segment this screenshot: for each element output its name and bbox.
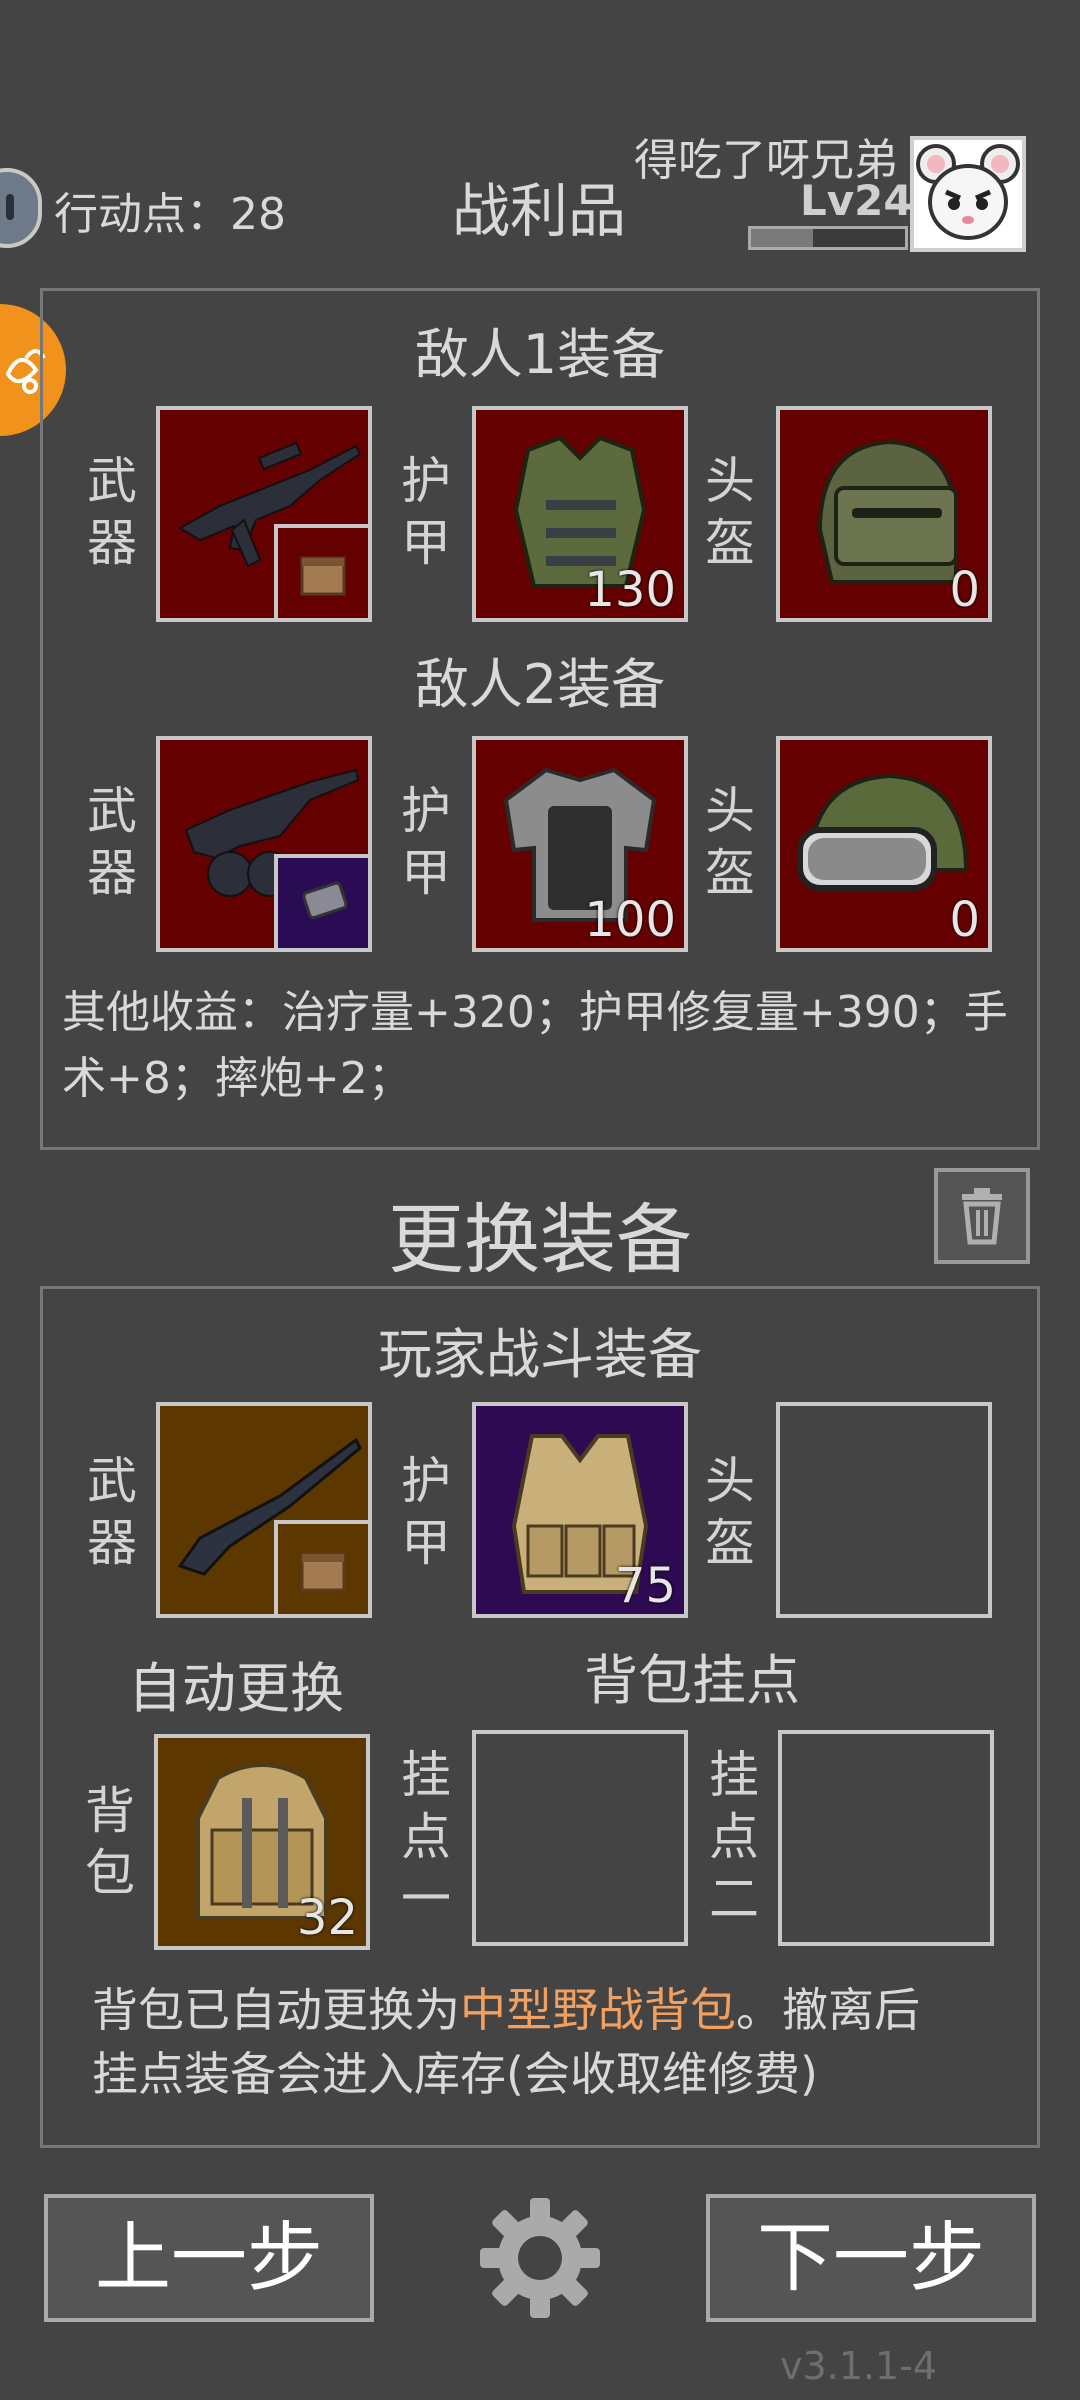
backpack-mounts-label: 背包挂点 (584, 1649, 800, 1712)
next-step-button[interactable]: 下一步 (706, 2194, 1036, 2322)
backpack-name-highlight: 中型野战背包 (460, 1983, 736, 2037)
magazine-icon (274, 854, 372, 952)
ammo-box-icon (274, 1520, 372, 1618)
enemy2-helmet-slot[interactable]: 0 (776, 736, 992, 952)
enemy2-armor-slot[interactable]: 100 (472, 736, 688, 952)
backpack-notice: 背包已自动更换为中型野战背包。撤离后 挂点装备会进入库存(会收取维修费) (92, 1983, 920, 2101)
player-level: Lv24 (800, 176, 913, 225)
armor-label: 护甲 (401, 452, 451, 572)
level-progress-bar (748, 226, 908, 250)
player-armor-slot[interactable]: 75 (472, 1402, 688, 1618)
ammo-box-icon (274, 524, 372, 622)
weapon-label: 武器 (87, 782, 137, 902)
player-helmet-slot[interactable] (776, 1402, 992, 1618)
armor-durability: 130 (584, 562, 676, 618)
enemy2-weapon-slot[interactable] (156, 736, 372, 952)
level-progress-fill (751, 229, 813, 247)
mount-slot-1[interactable] (472, 1730, 688, 1946)
auto-replace-label: 自动更换 (128, 1657, 344, 1720)
prev-step-button[interactable]: 上一步 (44, 2194, 374, 2322)
version-label: v3.1.1-4 (780, 2344, 938, 2388)
player-avatar[interactable] (910, 136, 1026, 252)
enemy1-weapon-slot[interactable] (156, 406, 372, 622)
left-toggle[interactable] (0, 168, 42, 248)
enemy1-helmet-slot[interactable]: 0 (776, 406, 992, 622)
mount-slot-2[interactable] (778, 1730, 994, 1946)
helmet-label: 头盔 (705, 1452, 755, 1572)
settings-gear-icon[interactable] (474, 2192, 606, 2324)
enemy2-title: 敌人2装备 (414, 653, 666, 716)
enemy1-armor-slot[interactable]: 130 (472, 406, 688, 622)
enemy1-title: 敌人1装备 (414, 323, 666, 386)
backpack-label: 背包 (85, 1782, 135, 1902)
weapon-label: 武器 (87, 1452, 137, 1572)
mount2-label: 挂点二 (709, 1746, 759, 1928)
trash-button[interactable] (934, 1168, 1030, 1264)
player-backpack-slot[interactable]: 32 (154, 1734, 370, 1950)
action-points: 行动点：28 (54, 189, 286, 240)
helmet-label: 头盔 (705, 452, 755, 572)
armor-label: 护甲 (401, 782, 451, 902)
page-title: 战利品 (452, 177, 627, 245)
helmet-label: 头盔 (705, 782, 755, 902)
armor-label: 护甲 (401, 1452, 451, 1572)
weapon-label: 武器 (87, 452, 137, 572)
other-income: 其他收益：治疗量+320；护甲修复量+390；手术+8；摔炮+2； (62, 987, 1008, 1104)
helmet-durability: 0 (949, 892, 980, 948)
player-weapon-slot[interactable] (156, 1402, 372, 1618)
backpack-capacity: 32 (296, 1890, 358, 1946)
helmet-durability: 0 (949, 562, 980, 618)
armor-durability: 75 (614, 1558, 676, 1614)
trash-icon (962, 1188, 1002, 1245)
mount1-label: 挂点一 (401, 1746, 451, 1928)
player-equipment-title: 玩家战斗装备 (378, 1323, 702, 1386)
armor-durability: 100 (584, 892, 676, 948)
change-equipment-title: 更换装备 (388, 1195, 692, 1284)
